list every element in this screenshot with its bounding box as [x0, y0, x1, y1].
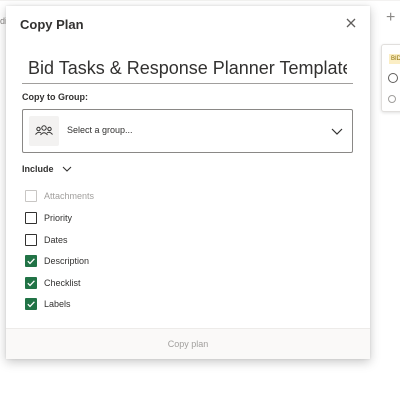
option-checklist[interactable]: Checklist	[25, 276, 81, 290]
checkmark-icon	[27, 258, 35, 265]
priority-checkbox[interactable]	[25, 212, 37, 224]
group-avatar	[29, 116, 59, 146]
attachments-checkbox[interactable]	[25, 190, 37, 202]
option-label: Priority	[44, 213, 73, 223]
option-labels[interactable]: Labels	[25, 297, 71, 311]
option-label: Labels	[44, 299, 71, 309]
dialog-title: Copy Plan	[20, 17, 84, 32]
add-bucket-icon[interactable]: +	[386, 10, 395, 26]
option-label: Checklist	[44, 278, 81, 288]
option-priority[interactable]: Priority	[25, 211, 72, 225]
background-divider	[0, 0, 400, 1]
checklist-icon	[388, 95, 396, 103]
option-dates[interactable]: Dates	[25, 233, 68, 247]
background-task-card[interactable]: BID	[381, 44, 400, 112]
include-label: Include	[22, 164, 54, 174]
group-select-placeholder: Select a group...	[67, 125, 133, 135]
dates-checkbox[interactable]	[25, 234, 37, 246]
chevron-down-icon	[62, 166, 71, 172]
copy-to-group-label: Copy to Group:	[22, 92, 88, 102]
checkmark-icon	[27, 280, 35, 287]
option-description[interactable]: Description	[25, 254, 89, 268]
checklist-checkbox[interactable]	[25, 277, 37, 289]
checkmark-icon	[27, 301, 35, 308]
people-group-icon	[35, 125, 53, 136]
close-button[interactable]	[344, 16, 358, 30]
close-icon	[346, 18, 356, 28]
include-toggle[interactable]: Include	[22, 162, 72, 176]
group-select-dropdown[interactable]: Select a group...	[22, 109, 353, 153]
copy-plan-button[interactable]: Copy plan	[6, 329, 370, 359]
task-complete-radio[interactable]	[388, 73, 398, 83]
option-label: Attachments	[44, 191, 95, 201]
option-label: Dates	[44, 235, 68, 245]
chevron-down-icon	[331, 128, 343, 135]
copy-plan-dialog: Copy Plan Copy to Group: Select a group.…	[6, 6, 370, 359]
option-attachments[interactable]: Attachments	[25, 189, 94, 203]
labels-checkbox[interactable]	[25, 298, 37, 310]
description-checkbox[interactable]	[25, 255, 37, 267]
plan-name-input[interactable]	[22, 54, 353, 84]
task-label-tag: BID	[389, 54, 400, 64]
option-label: Description	[44, 256, 90, 266]
